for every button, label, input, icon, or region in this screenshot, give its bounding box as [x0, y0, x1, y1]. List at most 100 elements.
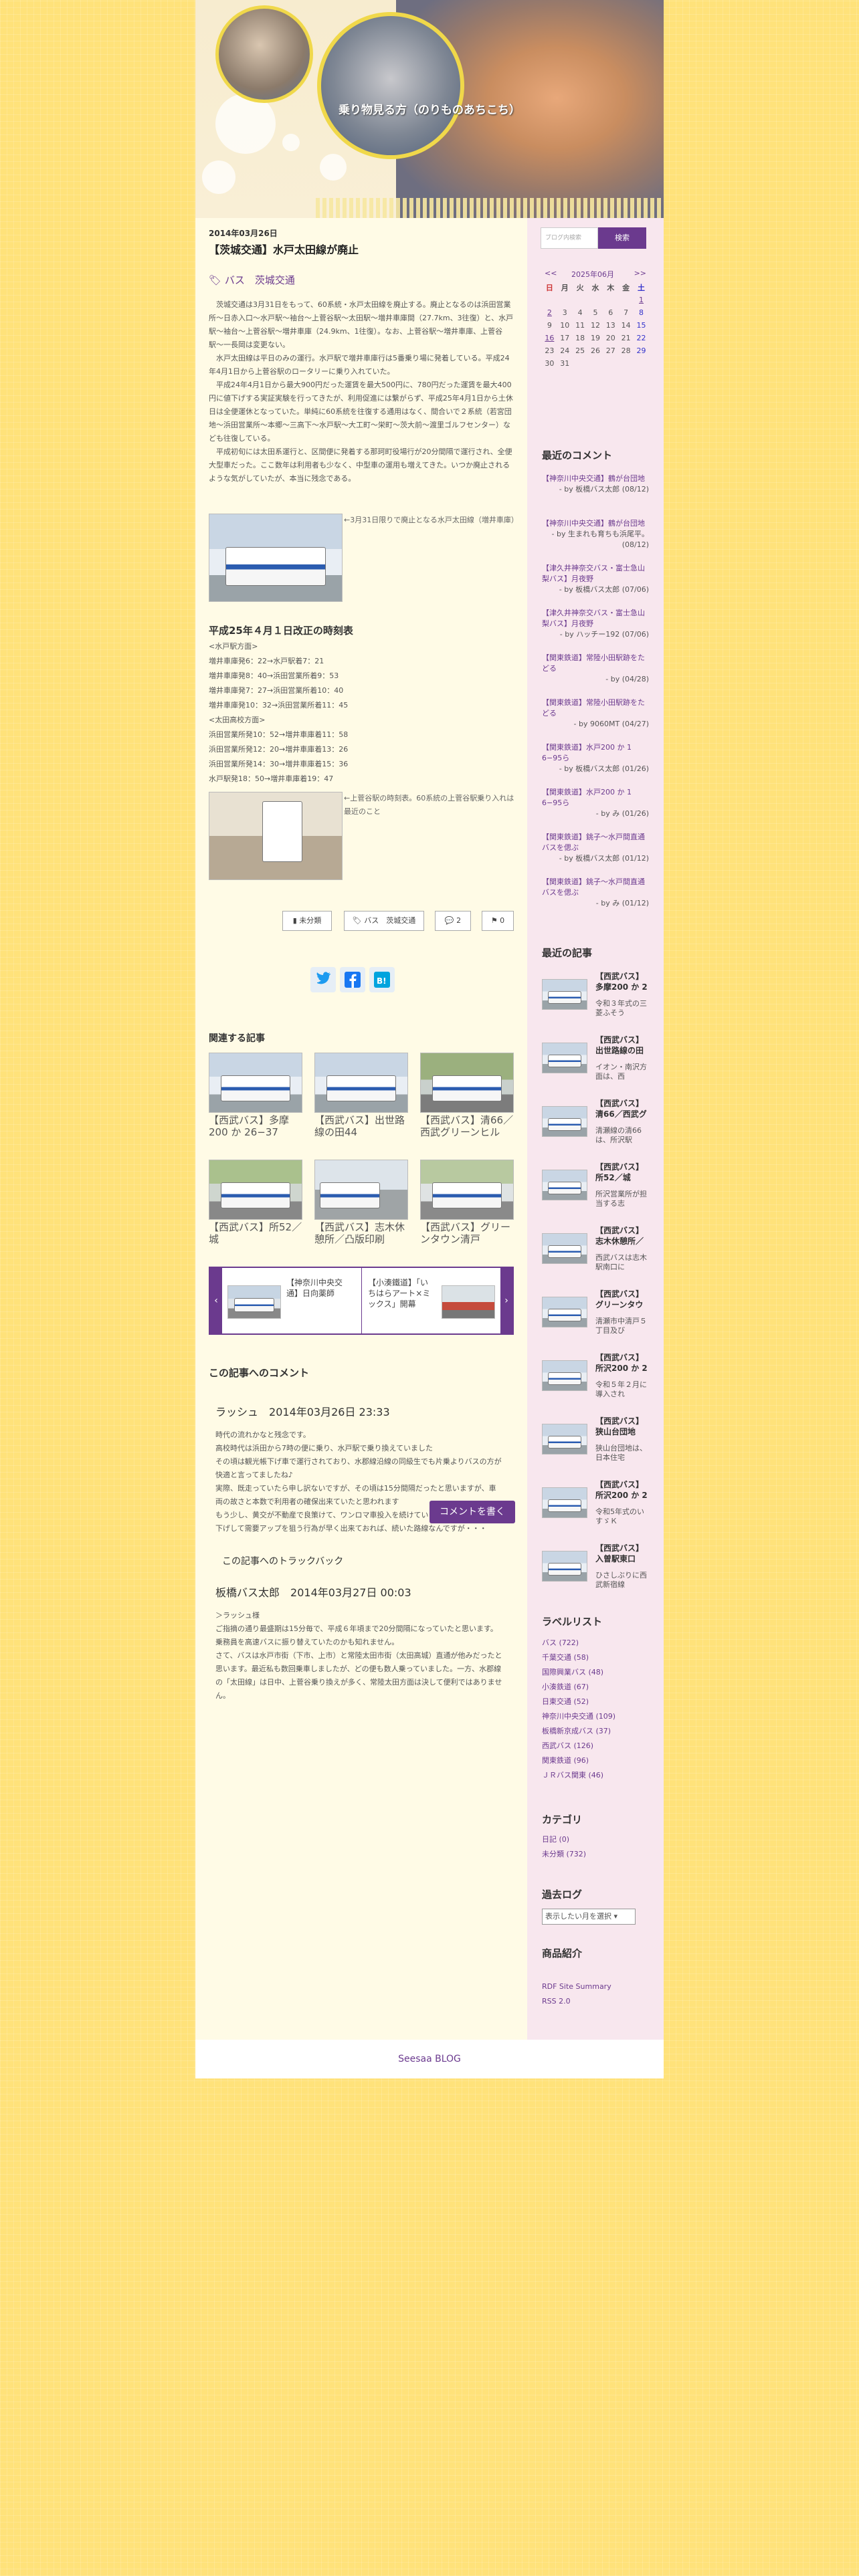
recent-article-thumbnail[interactable]: [542, 1360, 587, 1391]
calendar-day[interactable]: 3: [557, 306, 573, 319]
recent-article[interactable]: 【西武バス】入曽駅東口 ひさしぶりに西武新宿線: [542, 1543, 649, 1603]
recent-article[interactable]: 【西武バス】所52／城 所沢営業所が担当する志: [542, 1162, 649, 1222]
recent-comment-link[interactable]: 【津久井神奈交バス・富士急山梨バス】月夜野: [542, 563, 649, 584]
calendar-day[interactable]: 12: [588, 319, 603, 332]
facebook-share-icon[interactable]: [340, 967, 365, 992]
related-article[interactable]: 【西武バス】清66／西武グリーンヒル: [420, 1053, 514, 1150]
label-link[interactable]: 小湊鉄道 (67): [542, 1680, 649, 1695]
label-link[interactable]: 西武バス (126): [542, 1739, 649, 1753]
label-link[interactable]: 板橋新京成バス (37): [542, 1724, 649, 1739]
search-button[interactable]: 検索: [598, 227, 646, 249]
calendar-day[interactable]: 6: [603, 306, 618, 319]
related-article[interactable]: 【西武バス】出世路線の田44: [314, 1053, 408, 1150]
recent-article-title[interactable]: 【西武バス】志木休憩所／: [595, 1225, 649, 1248]
calendar-day[interactable]: 26: [588, 344, 603, 357]
label-link[interactable]: 関東鉄道 (96): [542, 1753, 649, 1768]
label-link[interactable]: 神奈川中央交通 (109): [542, 1709, 649, 1724]
calendar-day[interactable]: 1: [634, 294, 649, 306]
recent-article[interactable]: 【西武バス】清66／西武グ 清瀬線の清66は、所沢駅: [542, 1098, 649, 1158]
calendar-day[interactable]: 17: [557, 332, 573, 344]
recent-comment-link[interactable]: 【関東鉄道】銚子〜水戸間直通バスを偲ぶ: [542, 832, 649, 853]
blog-search-input[interactable]: ブログ内検索: [541, 227, 598, 249]
recent-article[interactable]: 【西武バス】所沢200 か 2 令和5年式のいすゞＫ: [542, 1479, 649, 1539]
recent-article-thumbnail[interactable]: [542, 1043, 587, 1073]
recent-article-title[interactable]: 【西武バス】多摩200 か 2: [595, 971, 649, 994]
related-article[interactable]: 【西武バス】所52／城: [209, 1160, 302, 1257]
label-link[interactable]: バス (722): [542, 1636, 649, 1650]
calendar-day[interactable]: 22: [634, 332, 649, 344]
related-article[interactable]: 【西武バス】志木休憩所／凸版印刷: [314, 1160, 408, 1257]
recent-article[interactable]: 【西武バス】グリーンタウ 清瀬市中清戸５丁目及び: [542, 1289, 649, 1349]
calendar-day[interactable]: 31: [557, 357, 573, 370]
recent-article[interactable]: 【西武バス】出世路線の田 イオン・南沢方面は、西: [542, 1035, 649, 1095]
recent-article-thumbnail[interactable]: [542, 1551, 587, 1582]
timetable-photo[interactable]: [209, 792, 343, 880]
calendar-day[interactable]: 2: [542, 306, 557, 319]
archive-select[interactable]: 表示したい月を選択 ▾: [542, 1909, 636, 1925]
hatena-bookmark-icon[interactable]: B!: [369, 967, 395, 992]
recent-article-thumbnail[interactable]: [542, 1424, 587, 1455]
twitter-share-icon[interactable]: [310, 967, 336, 992]
calendar-day[interactable]: 11: [573, 319, 588, 332]
recent-article-thumbnail[interactable]: [542, 1233, 587, 1264]
tags-button[interactable]: 🏷 バス 茨城交通: [344, 911, 424, 931]
carousel-item[interactable]: 【小湊鐵道】「いちはらアート×ミックス」開幕: [368, 1277, 435, 1309]
calendar-day[interactable]: 24: [557, 344, 573, 357]
calendar-day[interactable]: 30: [542, 357, 557, 370]
calendar-day[interactable]: 28: [618, 344, 634, 357]
seesaa-blog-link[interactable]: Seesaa BLOG: [398, 2054, 461, 2064]
carousel-thumb[interactable]: [227, 1285, 281, 1319]
comments-count-button[interactable]: 💬 2: [435, 911, 471, 931]
calendar-day[interactable]: 9: [542, 319, 557, 332]
label-link[interactable]: 国際興業バス (48): [542, 1665, 649, 1680]
calendar-day[interactable]: 29: [634, 344, 649, 357]
recent-article-thumbnail[interactable]: [542, 1487, 587, 1518]
recent-article[interactable]: 【西武バス】所沢200 か 2 令和５年２月に導入され: [542, 1352, 649, 1412]
related-article[interactable]: 【西武バス】グリーンタウン清戸: [420, 1160, 514, 1257]
recent-article-title[interactable]: 【西武バス】出世路線の田: [595, 1035, 649, 1057]
category-button[interactable]: ▮ 未分類: [282, 911, 332, 931]
recent-comment-link[interactable]: 【神奈川中央交通】鶴が台団地: [542, 518, 649, 529]
carousel-prev-button[interactable]: ‹: [210, 1268, 222, 1333]
recent-article-thumbnail[interactable]: [542, 1297, 587, 1327]
calendar-day[interactable]: 16: [542, 332, 557, 344]
label-link[interactable]: 日東交通 (52): [542, 1695, 649, 1709]
label-link[interactable]: 千葉交通 (58): [542, 1650, 649, 1665]
related-article[interactable]: 【西武バス】多摩200 か 26−37: [209, 1053, 302, 1150]
recent-article-thumbnail[interactable]: [542, 979, 587, 1010]
recent-article-title[interactable]: 【西武バス】入曽駅東口: [595, 1543, 649, 1566]
recent-article-thumbnail[interactable]: [542, 1106, 587, 1137]
recent-article-title[interactable]: 【西武バス】狭山台団地: [595, 1416, 649, 1438]
recent-comment-link[interactable]: 【関東鉄道】水戸200 か 1 6−95ら: [542, 742, 649, 764]
blog-title-link[interactable]: 乗り物見る方（のりものあちこち）: [339, 100, 520, 117]
recent-comment-link[interactable]: 【関東鉄道】水戸200 か 1 6−95ら: [542, 787, 649, 809]
recent-article[interactable]: 【西武バス】志木休憩所／ 西武バスは志木駅南口に: [542, 1225, 649, 1285]
calendar-day[interactable]: 21: [618, 332, 634, 344]
calendar-day[interactable]: 14: [618, 319, 634, 332]
calendar-day[interactable]: 27: [603, 344, 618, 357]
recent-article-title[interactable]: 【西武バス】所52／城: [595, 1162, 649, 1184]
label-link[interactable]: ＪＲバス関東 (46): [542, 1768, 649, 1783]
recent-comment-link[interactable]: 【関東鉄道】銚子〜水戸間直通バスを偲ぶ: [542, 877, 649, 898]
feed-link[interactable]: RDF Site Summary: [542, 1979, 649, 1994]
calendar-day[interactable]: 10: [557, 319, 573, 332]
calendar-day[interactable]: 4: [573, 306, 588, 319]
carousel-next-button[interactable]: ›: [500, 1268, 512, 1333]
carousel-thumb[interactable]: [442, 1285, 495, 1319]
recent-comment-link[interactable]: 【津久井神奈交バス・富士急山梨バス】月夜野: [542, 608, 649, 629]
calendar-day[interactable]: 18: [573, 332, 588, 344]
trackback-count-button[interactable]: ⚑ 0: [482, 911, 514, 931]
category-link[interactable]: 未分類 (732): [542, 1847, 649, 1862]
post-tag-link[interactable]: バス 茨城交通: [225, 274, 295, 286]
calendar-day[interactable]: 25: [573, 344, 588, 357]
calendar-day[interactable]: 5: [588, 306, 603, 319]
calendar-prev-link[interactable]: <<: [545, 269, 557, 278]
recent-article[interactable]: 【西武バス】狭山台団地 狭山台団地は、日本住宅: [542, 1416, 649, 1476]
recent-article-title[interactable]: 【西武バス】所沢200 か 2: [595, 1352, 649, 1375]
calendar-day[interactable]: 19: [588, 332, 603, 344]
recent-comment-link[interactable]: 【神奈川中央交通】鶴が台団地: [542, 473, 649, 484]
calendar-day[interactable]: 8: [634, 306, 649, 319]
calendar-day[interactable]: 7: [618, 306, 634, 319]
recent-article-title[interactable]: 【西武バス】清66／西武グ: [595, 1098, 649, 1121]
category-link[interactable]: 日記 (0): [542, 1832, 649, 1847]
